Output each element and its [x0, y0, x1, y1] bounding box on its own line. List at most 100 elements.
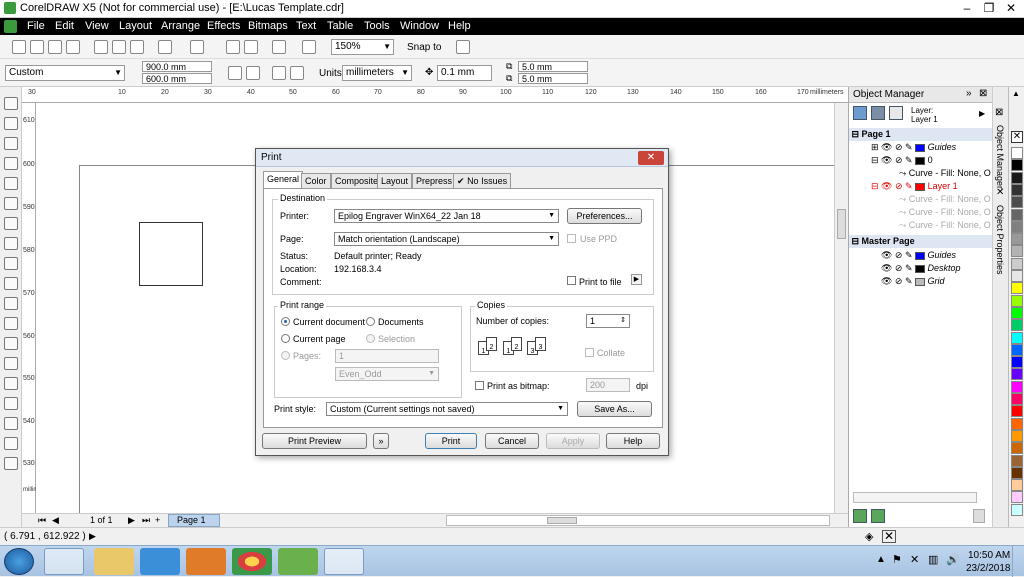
master-guides-row[interactable]: 👁 ⊘ ✎ Guides [849, 249, 993, 262]
export-icon[interactable] [244, 40, 258, 54]
internet-explorer-taskbar-icon[interactable] [140, 548, 180, 575]
crop-tool-icon[interactable] [4, 137, 18, 150]
current-page-icon[interactable] [290, 66, 304, 80]
coreldraw-taskbar-icon[interactable] [324, 548, 364, 575]
tab-close-icon[interactable]: ✕ [996, 187, 1004, 198]
tray-security-icon[interactable]: ✕ [910, 553, 919, 566]
curve-object-row[interactable]: ⤳ Curve - Fill: None, O [849, 167, 993, 180]
layer-manager-view-icon[interactable] [853, 106, 867, 120]
palette-color-swatch[interactable] [1011, 454, 1023, 467]
zoom-tool-icon[interactable] [4, 157, 18, 170]
menu-edit[interactable]: Edit [55, 20, 74, 32]
tab-no-issues[interactable]: ✔ No Issues [453, 173, 512, 188]
palette-color-swatch[interactable] [1011, 257, 1023, 270]
redo-icon[interactable] [190, 40, 204, 54]
tray-volume-icon[interactable]: 🔊 [946, 553, 960, 566]
print-to-file-checkbox[interactable] [567, 276, 576, 285]
tray-network-icon[interactable]: ▥ [928, 553, 938, 566]
welcome-screen-icon[interactable] [302, 40, 316, 54]
menu-table[interactable]: Table [327, 20, 353, 32]
mini-preview-toggle-icon[interactable]: » [373, 433, 389, 449]
clock-date[interactable]: 23/2/2018 [966, 563, 1011, 574]
maximize-button[interactable]: ❐ [978, 1, 1000, 16]
menu-view[interactable]: View [85, 20, 109, 32]
eyedropper-tool-icon[interactable] [4, 397, 18, 410]
polygon-tool-icon[interactable] [4, 257, 18, 270]
docker-collapse-icon[interactable]: » [966, 88, 972, 99]
portrait-icon[interactable] [228, 66, 242, 80]
tab-layout[interactable]: Layout [377, 173, 413, 188]
palette-color-swatch[interactable] [1011, 393, 1023, 405]
menu-layout[interactable]: Layout [119, 20, 152, 32]
current-page-radio[interactable] [281, 334, 290, 343]
desktop-layer-row[interactable]: 👁 ⊘ ✎ Desktop [849, 262, 993, 275]
page-width-input[interactable]: 900.0 mm [142, 61, 212, 72]
master-page-row[interactable]: ⊟ Master Page [849, 235, 993, 248]
palette-color-swatch[interactable] [1011, 196, 1023, 209]
import-icon[interactable] [226, 40, 240, 54]
palette-color-swatch[interactable] [1011, 183, 1023, 196]
paste-icon[interactable] [130, 40, 144, 54]
layer-menu-icon[interactable]: ▶ [979, 109, 985, 118]
menu-window[interactable]: Window [400, 20, 439, 32]
start-button-icon[interactable] [4, 548, 34, 575]
palette-color-swatch[interactable] [1011, 270, 1023, 282]
save-icon[interactable] [48, 40, 62, 54]
print-style-select[interactable]: Custom (Current settings not saved) ▼ [326, 402, 568, 416]
tray-arrow-icon[interactable]: ▲ [876, 554, 886, 565]
palette-color-swatch[interactable] [1011, 233, 1023, 246]
last-page-icon[interactable]: ⏭ [142, 515, 150, 526]
print-icon[interactable] [66, 40, 80, 54]
page-1-tab[interactable]: Page 1 [168, 514, 220, 527]
palette-color-swatch[interactable] [1011, 491, 1023, 504]
docker-scrollbar[interactable] [853, 492, 977, 503]
palette-color-swatch[interactable] [1011, 294, 1023, 307]
docker-close-icon[interactable]: ⊠ [979, 88, 987, 99]
corel-connect-taskbar-icon[interactable] [278, 548, 318, 575]
prev-page-icon[interactable]: ◀ [52, 515, 59, 526]
vertical-scroll-thumb[interactable] [837, 209, 846, 239]
rectangle-object[interactable] [139, 222, 203, 286]
palette-color-swatch[interactable] [1011, 306, 1023, 319]
print-button[interactable]: Print [425, 433, 477, 449]
nudge-distance-input[interactable]: 0.1 mm [437, 65, 492, 81]
minimize-button[interactable]: – [956, 1, 978, 16]
pages-radio[interactable] [281, 351, 290, 360]
layer-0-row[interactable]: ⊟ 👁 ⊘ ✎ 0 [849, 154, 993, 167]
palette-color-swatch[interactable] [1011, 442, 1023, 455]
clock-time[interactable]: 10:50 AM [968, 550, 1010, 561]
palette-color-swatch[interactable] [1011, 503, 1023, 516]
printer-select[interactable]: Epilog Engraver WinX64_22 Jan 18 ▼ [334, 209, 559, 223]
cut-icon[interactable] [94, 40, 108, 54]
menu-arrange[interactable]: Arrange [161, 20, 200, 32]
curve-object-row[interactable]: ⤳ Curve - Fill: None, O [849, 219, 993, 232]
chrome-taskbar-icon[interactable] [232, 548, 272, 575]
palette-color-swatch[interactable] [1011, 159, 1023, 172]
palette-color-swatch[interactable] [1011, 220, 1023, 233]
palette-color-swatch[interactable] [1011, 171, 1023, 184]
object-properties-view-icon[interactable] [871, 106, 885, 120]
palette-color-swatch[interactable] [1011, 319, 1023, 332]
palette-color-swatch[interactable] [1011, 405, 1023, 418]
smart-fill-tool-icon[interactable] [4, 197, 18, 210]
close-button[interactable]: ✕ [1000, 1, 1022, 16]
new-layer-icon[interactable] [853, 509, 867, 523]
bitmap-dpi-input[interactable]: 200 [586, 378, 630, 392]
dialog-close-button[interactable]: ✕ [638, 151, 664, 165]
pages-input[interactable]: 1 [335, 349, 439, 363]
menu-file[interactable]: File [27, 20, 45, 32]
documents-radio[interactable] [366, 317, 375, 326]
curve-object-row[interactable]: ⤳ Curve - Fill: None, O [849, 193, 993, 206]
apply-button[interactable]: Apply [546, 433, 600, 449]
outline-tool-icon[interactable] [4, 417, 18, 430]
tab-general[interactable]: General [263, 171, 304, 189]
new-master-layer-icon[interactable] [871, 509, 885, 523]
save-as-button[interactable]: Save As... [577, 401, 652, 417]
layer-1-row[interactable]: ⊟ 👁 ⊘ ✎ Layer 1 [849, 180, 993, 193]
connector-tool-icon[interactable] [4, 357, 18, 370]
fill-tool-icon[interactable] [4, 437, 18, 450]
palette-color-swatch[interactable] [1011, 479, 1023, 492]
zoom-level-select[interactable]: 150% ▼ [331, 39, 394, 55]
no-color-swatch[interactable]: ✕ [1011, 131, 1023, 143]
add-page-icon[interactable]: + [155, 515, 160, 525]
